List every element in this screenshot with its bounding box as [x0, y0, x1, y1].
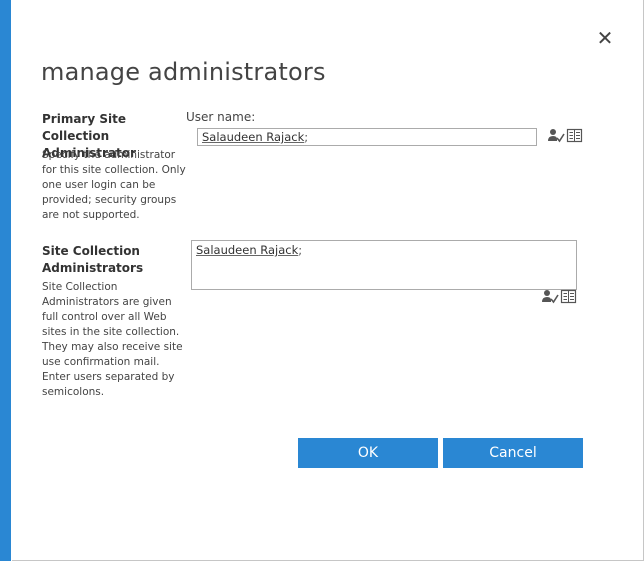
entity-separator: ; — [298, 243, 303, 257]
user-name-label: User name: — [186, 110, 256, 124]
resolved-user-entity[interactable]: Salaudeen Rajack — [196, 243, 298, 257]
dialog-title: manage administrators — [41, 58, 326, 86]
dialog-frame: ✕ manage administrators Primary Site Col… — [0, 0, 644, 561]
ok-button[interactable]: OK — [298, 438, 438, 468]
address-book-icon[interactable] — [566, 128, 584, 144]
site-admins-description: Site Collection Administrators are given… — [42, 281, 183, 398]
resolved-user-entity[interactable]: Salaudeen Rajack — [202, 130, 304, 144]
site-admins-input[interactable]: Salaudeen Rajack; — [191, 240, 577, 290]
close-icon[interactable]: ✕ — [596, 28, 614, 48]
left-strip-divider — [11, 0, 12, 561]
cancel-button[interactable]: Cancel — [443, 438, 583, 468]
primary-admin-description: Specify the administrator for this site … — [42, 149, 186, 221]
entity-separator: ; — [304, 130, 309, 144]
left-accent-strip — [0, 0, 11, 561]
check-names-icon[interactable] — [541, 289, 559, 305]
primary-admin-input[interactable]: Salaudeen Rajack; — [197, 128, 537, 146]
address-book-icon[interactable] — [560, 289, 578, 305]
check-names-icon[interactable] — [547, 128, 565, 144]
site-admins-heading: Site Collection Administrators — [42, 244, 144, 275]
